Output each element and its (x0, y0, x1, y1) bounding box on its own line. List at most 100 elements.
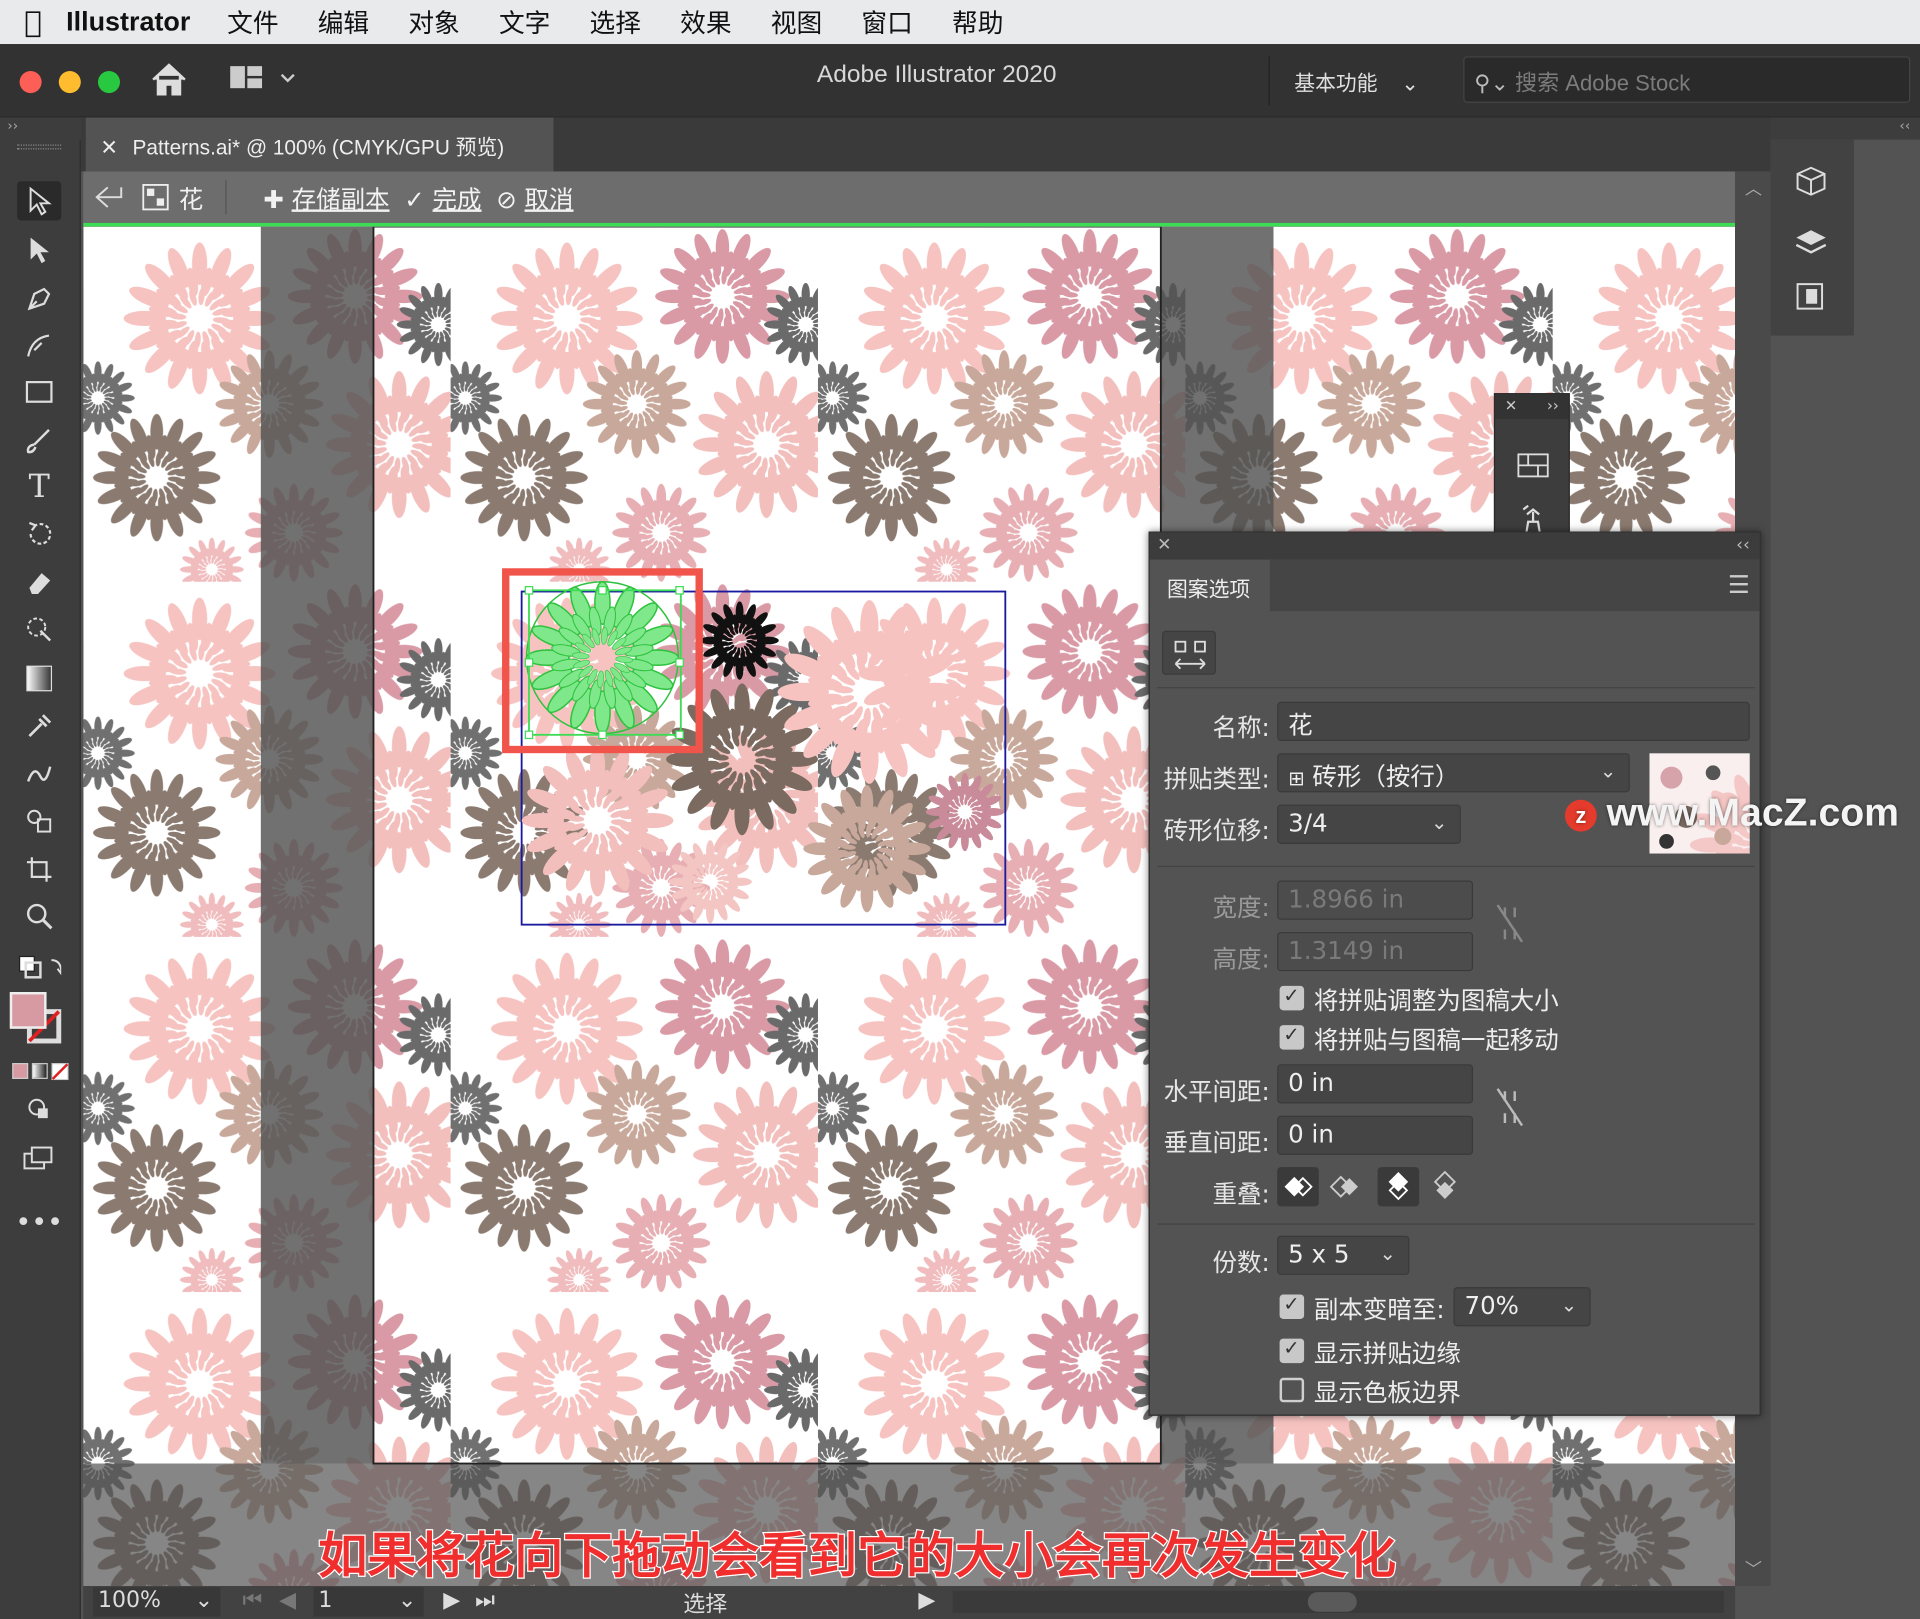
swap-fill-stroke-icon[interactable] (17, 948, 62, 987)
horizontal-scrollbar[interactable] (952, 1590, 1725, 1613)
dim-copies-value: 70% (1464, 1290, 1519, 1321)
eyedropper-tool-icon[interactable] (17, 705, 61, 744)
spacing-link-icon[interactable] (1495, 1086, 1524, 1128)
menu-select[interactable]: 选择 (590, 4, 641, 41)
tile-editor-icon[interactable] (1162, 630, 1216, 675)
show-tile-edge-checkbox[interactable] (1279, 1336, 1305, 1364)
blend-tool-icon[interactable] (17, 754, 61, 793)
cancel-label: 取消 (524, 184, 574, 214)
app-menu[interactable]: Illustrator (66, 6, 190, 38)
exit-isolation-icon[interactable] (93, 184, 125, 211)
move-tile-with-art-checkbox[interactable] (1279, 1023, 1305, 1050)
status-menu-icon[interactable]: ▶ (918, 1587, 935, 1613)
close-panel-icon[interactable]: ✕ (1157, 535, 1171, 555)
pattern-options-icon[interactable] (1517, 453, 1549, 478)
zoom-select[interactable]: 100% ⌄ (93, 1587, 221, 1617)
selection-tool-icon[interactable] (17, 181, 62, 221)
cancel-button[interactable]: ⊘ 取消 (496, 179, 573, 215)
right-in-front-button[interactable] (1324, 1167, 1366, 1206)
link-icon[interactable] (1495, 903, 1524, 945)
panel-collapse-strip[interactable]: ‹‹ (1770, 117, 1920, 140)
dim-copies-select[interactable]: 70% ⌄ (1453, 1287, 1591, 1327)
menu-help[interactable]: 帮助 (952, 4, 1003, 41)
pattern-options-panel: ✕ ‹‹ 图案选项 ☰ 名称: 花 拼贴类型: ⊞ 砖形（按行） ⌄ 砖形位移:… (1148, 531, 1761, 1416)
close-mini-panel-icon[interactable]: ✕ (1505, 397, 1517, 414)
chevron-down-icon: ⌄ (1379, 1241, 1396, 1266)
artboard-select[interactable]: 1 ⌄ (313, 1587, 424, 1617)
artboard-value: 1 (318, 1587, 333, 1613)
dim-copies-checkbox[interactable] (1279, 1292, 1305, 1320)
type-tool-icon[interactable]: T (17, 468, 61, 507)
pen-tool-icon[interactable] (17, 279, 61, 318)
rectangle-tool-icon[interactable] (17, 372, 61, 411)
puppet-warp-tool-icon[interactable] (17, 610, 61, 649)
eraser-tool-icon[interactable] (17, 563, 61, 602)
tile-type-value: 砖形（按行） (1312, 761, 1460, 792)
toolbar-collapse-strip[interactable]: ›› (0, 117, 81, 140)
caption-text: 如果将花向下拖动会看到它的大小会再次发生变化 (317, 1527, 1397, 1586)
left-in-front-button[interactable] (1277, 1167, 1319, 1207)
rotate-tool-icon[interactable] (17, 514, 61, 553)
done-label: 完成 (432, 184, 482, 214)
brick-offset-label: 砖形位移: (1163, 815, 1270, 846)
brick-offset-select[interactable]: 3/4 ⌄ (1277, 804, 1461, 844)
h-spacing-input[interactable]: 0 in (1277, 1064, 1474, 1104)
document-tab[interactable]: ✕ Patterns.ai* @ 100% (CMYK/GPU 预览) (85, 117, 554, 172)
menu-object[interactable]: 对象 (408, 4, 459, 41)
last-artboard-icon[interactable]: ⏭ (475, 1587, 495, 1613)
zoom-value: 100% (97, 1587, 161, 1613)
next-artboard-icon[interactable]: ▶ (443, 1587, 460, 1613)
brick-row-icon: ⊞ (1288, 766, 1305, 790)
previous-artboard-icon[interactable]: ◀ (279, 1587, 296, 1613)
curvature-tool-icon[interactable] (17, 326, 61, 365)
draw-mode-icon[interactable] (17, 1090, 61, 1129)
menu-window[interactable]: 窗口 (861, 4, 912, 41)
show-swatch-bounds-checkbox[interactable] (1279, 1377, 1305, 1403)
workspace-switcher[interactable]: 基本功能 ⌄ (1294, 66, 1419, 97)
chevron-down-icon: ⌄ (1401, 72, 1419, 97)
fill-color-swatch[interactable] (9, 992, 47, 1029)
symbol-sprayer-tool-icon[interactable] (17, 801, 61, 840)
zoom-tool-icon[interactable] (17, 896, 61, 935)
v-spacing-input[interactable]: 0 in (1277, 1115, 1474, 1155)
size-tile-to-art-checkbox[interactable] (1279, 983, 1305, 1011)
artboards-panel-icon[interactable] (1793, 279, 1830, 316)
libraries-panel-icon[interactable] (1793, 164, 1830, 203)
stock-search-input[interactable]: ⚲⌄ 搜索 Adobe Stock (1463, 56, 1911, 103)
menu-view[interactable]: 视图 (771, 4, 822, 41)
screen-mode-icon[interactable] (17, 1139, 61, 1178)
collapse-panel-icon[interactable]: ‹‹ (1736, 535, 1750, 555)
done-button[interactable]: ✓ 完成 (404, 179, 481, 215)
menu-file[interactable]: 文件 (227, 4, 278, 41)
panel-menu-icon[interactable]: ☰ (1728, 569, 1750, 598)
scroll-down-icon[interactable]: ﹀ (1745, 1557, 1762, 1581)
more-tools-icon[interactable]: ••• (15, 1203, 63, 1242)
tab-pattern-options[interactable]: 图案选项 (1149, 559, 1270, 612)
color-mode-buttons[interactable] (12, 1061, 69, 1081)
pattern-edit-bar: 花 ✚ 存储副本 ✓ 完成 ⊘ 取消 (83, 171, 1736, 223)
menu-effect[interactable]: 效果 (680, 4, 731, 41)
top-in-front-button[interactable] (1377, 1167, 1420, 1207)
layers-panel-icon[interactable] (1793, 225, 1830, 262)
expand-mini-panel-icon[interactable]: ›› (1547, 397, 1559, 414)
save-copy-button[interactable]: ✚ 存储副本 (263, 179, 389, 215)
save-copy-label: 存储副本 (291, 184, 390, 214)
gradient-tool-icon[interactable] (17, 659, 61, 698)
close-tab-icon[interactable]: ✕ (100, 136, 117, 159)
tile-type-select[interactable]: ⊞ 砖形（按行） ⌄ (1277, 753, 1630, 793)
artboard-tool-icon[interactable] (17, 850, 61, 889)
pattern-name-input[interactable]: 花 (1277, 701, 1750, 741)
first-artboard-icon[interactable]: ⏮ (242, 1587, 262, 1613)
copies-select[interactable]: 5 x 5 ⌄ (1277, 1235, 1410, 1275)
fill-stroke-swatch[interactable] (9, 992, 71, 1048)
menu-type[interactable]: 文字 (499, 4, 550, 41)
menu-edit[interactable]: 编辑 (318, 4, 369, 41)
apple-icon[interactable]:  (0, 5, 66, 39)
scroll-up-icon[interactable]: ︿ (1745, 176, 1762, 200)
direct-selection-tool-icon[interactable] (17, 230, 61, 269)
panel-dock (1770, 139, 1854, 336)
bottom-in-front-button[interactable] (1424, 1167, 1466, 1206)
scroll-thumb[interactable] (1307, 1592, 1357, 1612)
chevron-down-icon: ⌄ (1599, 759, 1617, 783)
paintbrush-tool-icon[interactable] (17, 421, 61, 460)
